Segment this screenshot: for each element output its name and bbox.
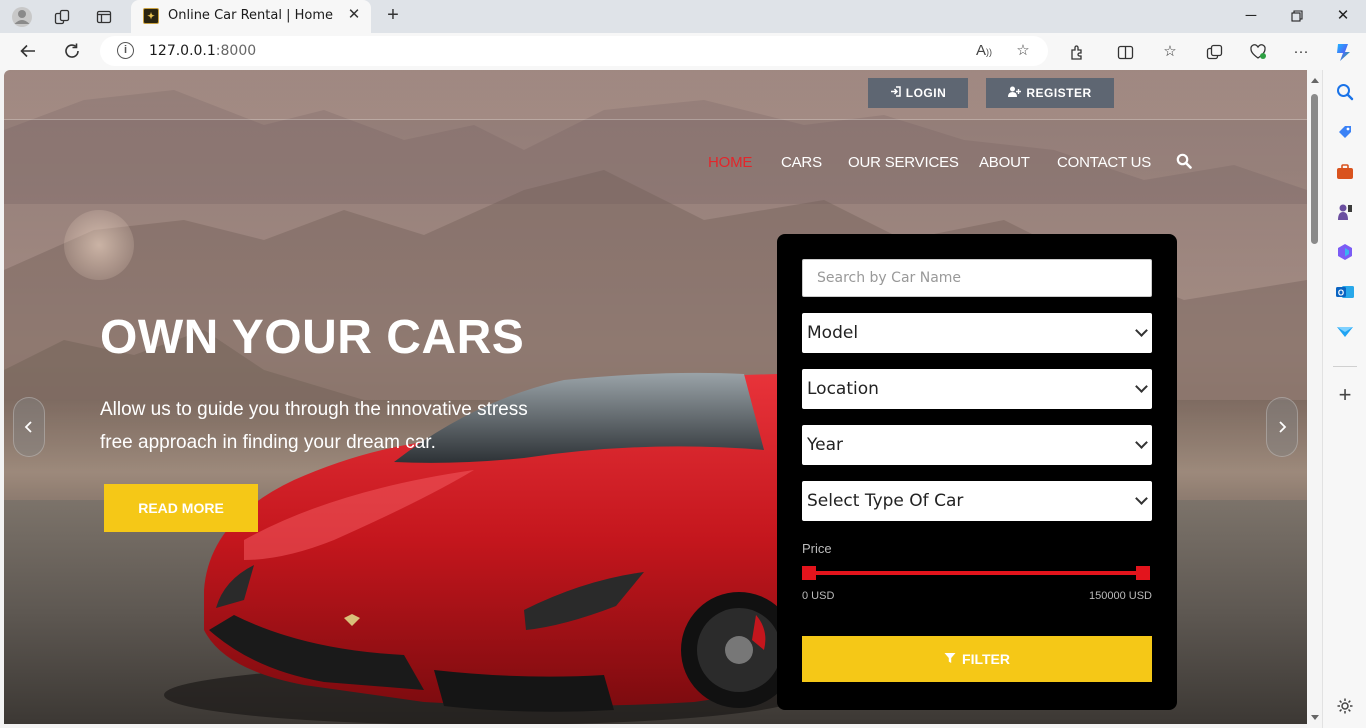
site-info-icon[interactable]: i	[117, 42, 134, 59]
sign-in-icon	[890, 86, 901, 100]
top-auth-strip: LOGIN REGISTER	[4, 70, 1307, 120]
sidebar-send-icon[interactable]	[1335, 322, 1355, 342]
model-select[interactable]: Model	[802, 313, 1152, 353]
minimize-icon[interactable]: ─	[1228, 4, 1274, 28]
nav-about[interactable]: ABOUT	[979, 154, 1030, 171]
price-min-handle[interactable]	[802, 566, 816, 580]
browser-tab-bar: ✦ Online Car Rental | Home ✕ + ─ ✕	[0, 0, 1366, 33]
register-button[interactable]: REGISTER	[986, 78, 1114, 108]
location-select[interactable]: Location	[802, 369, 1152, 409]
edge-sidebar: O +	[1322, 70, 1366, 728]
car-type-select-value: Select Type Of Car	[807, 491, 964, 511]
sidebar-add-icon[interactable]: +	[1335, 384, 1355, 406]
copilot-icon[interactable]	[1330, 39, 1356, 65]
new-tab-icon[interactable]: +	[381, 4, 405, 28]
address-bar[interactable]: i 127.0.0.1:8000 A)) ☆	[100, 36, 1048, 66]
filter-button-label: FILTER	[962, 651, 1010, 667]
price-max-value: 150000 USD	[1089, 590, 1152, 602]
read-more-button[interactable]: READ MORE	[104, 484, 258, 532]
page-scrollbar[interactable]	[1307, 70, 1322, 728]
scroll-thumb[interactable]	[1311, 94, 1318, 244]
favorites-icon[interactable]: ☆	[1157, 39, 1183, 65]
location-select-value: Location	[807, 379, 879, 399]
sidebar-search-icon[interactable]	[1335, 82, 1355, 102]
tab-online-car-rental[interactable]: ✦ Online Car Rental | Home ✕	[131, 0, 371, 33]
favorite-star-icon[interactable]: ☆	[1013, 41, 1033, 61]
car-filter-panel: Search by Car Name Model Location Year S…	[777, 234, 1177, 710]
scroll-up-icon[interactable]	[1311, 78, 1319, 83]
price-range-track	[807, 571, 1143, 575]
close-window-icon[interactable]: ✕	[1320, 4, 1366, 28]
site-favicon-icon: ✦	[143, 8, 159, 24]
nav-contact-us[interactable]: CONTACT US	[1057, 154, 1151, 171]
profile-icon[interactable]	[10, 5, 34, 29]
svg-text:O: O	[1338, 289, 1344, 298]
price-max-handle[interactable]	[1136, 566, 1150, 580]
back-icon[interactable]	[13, 37, 43, 65]
register-label: REGISTER	[1026, 86, 1092, 100]
restore-icon[interactable]	[1274, 4, 1320, 28]
car-type-select[interactable]: Select Type Of Car	[802, 481, 1152, 521]
sidebar-tools-icon[interactable]	[1335, 162, 1355, 182]
year-select-value: Year	[807, 435, 843, 455]
chevron-left-icon	[24, 421, 32, 433]
sidebar-shopping-icon[interactable]	[1335, 122, 1355, 142]
hero-title: OWN YOUR CARS	[100, 311, 525, 364]
collections-icon[interactable]	[1201, 39, 1227, 65]
scroll-down-icon[interactable]	[1311, 715, 1319, 720]
chevron-down-icon	[1135, 324, 1148, 337]
chevron-down-icon	[1135, 380, 1148, 393]
hero-subtitle: Allow us to guide you through the innova…	[100, 393, 570, 459]
read-aloud-icon[interactable]: A))	[974, 41, 994, 61]
tab-actions-icon[interactable]	[92, 5, 116, 29]
carousel-prev-button[interactable]	[13, 397, 45, 457]
filter-funnel-icon	[944, 651, 956, 667]
carousel-next-button[interactable]	[1266, 397, 1298, 457]
chevron-down-icon	[1135, 492, 1148, 505]
sidebar-outlook-icon[interactable]: O	[1335, 282, 1355, 302]
price-label: Price	[802, 541, 832, 556]
page-viewport: LOGIN REGISTER HOME CARS OUR SERVICES AB…	[4, 70, 1307, 724]
url-text: 127.0.0.1:8000	[149, 43, 257, 59]
workspaces-icon[interactable]	[50, 5, 74, 29]
car-name-search-input[interactable]: Search by Car Name	[802, 259, 1152, 297]
chevron-right-icon	[1279, 421, 1287, 433]
nav-search-icon[interactable]	[1176, 153, 1192, 169]
login-button[interactable]: LOGIN	[868, 78, 968, 108]
split-screen-icon[interactable]	[1112, 39, 1138, 65]
hero-subtitle-line1: Allow us to guide you through the innova…	[100, 399, 528, 420]
sidebar-settings-icon[interactable]	[1335, 696, 1355, 716]
sidebar-games-icon[interactable]	[1335, 202, 1355, 222]
nav-our-services[interactable]: OUR SERVICES	[848, 154, 959, 171]
sidebar-office-icon[interactable]	[1335, 242, 1355, 262]
year-select[interactable]: Year	[802, 425, 1152, 465]
refresh-icon[interactable]	[57, 37, 87, 65]
browser-essentials-icon[interactable]	[1245, 39, 1271, 65]
nav-cars[interactable]: CARS	[781, 154, 822, 171]
hero-subtitle-line2: free approach in finding your dream car.	[100, 432, 436, 453]
price-min-value: 0 USD	[802, 590, 835, 602]
address-toolbar: i 127.0.0.1:8000 A)) ☆ ☆ ···	[0, 33, 1366, 70]
nav-home[interactable]: HOME	[708, 154, 752, 171]
user-plus-icon	[1008, 86, 1022, 100]
extensions-icon[interactable]	[1064, 39, 1090, 65]
tab-title: Online Car Rental | Home	[168, 8, 333, 23]
chevron-down-icon	[1135, 436, 1148, 449]
login-label: LOGIN	[905, 86, 947, 100]
sidebar-divider	[1333, 366, 1357, 367]
model-select-value: Model	[807, 323, 859, 343]
filter-button[interactable]: FILTER	[802, 636, 1152, 682]
more-menu-icon[interactable]: ···	[1288, 39, 1314, 65]
tab-close-icon[interactable]: ✕	[345, 6, 363, 24]
